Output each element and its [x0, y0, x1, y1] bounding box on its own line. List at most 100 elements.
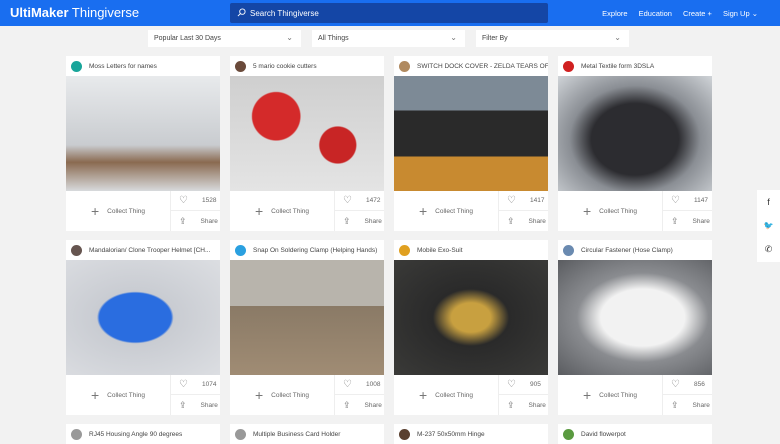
collect-thing-button[interactable]: + Collect Thing	[66, 191, 170, 231]
share-icon: ⇪	[179, 399, 187, 410]
like-button[interactable]: ♡ 1147	[663, 191, 712, 211]
collect-thing-button[interactable]: + Collect Thing	[558, 375, 662, 415]
twitter-icon[interactable]: 🐦	[764, 221, 774, 230]
share-icon: ⇪	[507, 215, 515, 226]
thing-image[interactable]	[66, 76, 220, 191]
collect-thing-button[interactable]: + Collect Thing	[66, 375, 170, 415]
collect-thing-button[interactable]: + Collect Thing	[394, 191, 498, 231]
thing-card[interactable]: Multiple Business Card Holder	[230, 424, 384, 444]
heart-icon: ♡	[671, 379, 680, 390]
thing-card[interactable]: SWITCH DOCK COVER - ZELDA TEARS OF T... …	[394, 56, 548, 231]
collect-thing-button[interactable]: + Collect Thing	[230, 191, 334, 231]
thing-image[interactable]	[230, 260, 384, 375]
plus-icon: +	[418, 203, 428, 219]
thing-card[interactable]: Mandalorian/ Clone Trooper Helmet [CH...…	[66, 240, 220, 415]
thing-title[interactable]: M-237 50x50mm Hinge	[417, 431, 485, 438]
share-button[interactable]: ⇪ Share	[335, 395, 384, 415]
nav-link-0[interactable]: Explore	[602, 9, 627, 18]
heart-icon: ♡	[507, 379, 516, 390]
share-icon: ⇪	[179, 215, 187, 226]
thing-card[interactable]: David flowerpot	[558, 424, 712, 444]
share-icon: ⇪	[671, 215, 679, 226]
thing-card[interactable]: M-237 50x50mm Hinge	[394, 424, 548, 444]
avatar[interactable]	[235, 60, 246, 72]
avatar[interactable]	[235, 244, 246, 256]
share-button[interactable]: ⇪ Share	[663, 211, 712, 231]
collect-thing-button[interactable]: + Collect Thing	[394, 375, 498, 415]
plus-icon: +	[254, 387, 264, 403]
facebook-icon[interactable]: f	[767, 197, 770, 207]
filter-dropdown-2[interactable]: Filter By ⌄	[476, 30, 629, 47]
share-icon: ⇪	[343, 399, 351, 410]
thing-image[interactable]	[66, 260, 220, 375]
thing-title[interactable]: Mobile Exo-Suit	[417, 247, 463, 254]
logo[interactable]: UltiMaker Thingiverse	[10, 5, 139, 20]
top-bar: UltiMaker Thingiverse Search Thingiverse…	[0, 0, 780, 26]
thing-card[interactable]: 5 mario cookie cutters + Collect Thing ♡ 1…	[230, 56, 384, 231]
nav-link-3[interactable]: Sign Up ⌄	[723, 9, 758, 18]
filter-dropdown-0[interactable]: Popular Last 30 Days ⌄	[148, 30, 301, 47]
share-button[interactable]: ⇪ Share	[499, 395, 548, 415]
share-icon: ⇪	[507, 399, 515, 410]
plus-icon: +	[582, 203, 592, 219]
thing-image[interactable]	[558, 76, 712, 191]
thing-title[interactable]: Mandalorian/ Clone Trooper Helmet [CH...	[89, 247, 210, 254]
plus-icon: +	[90, 387, 100, 403]
like-button[interactable]: ♡ 1528	[171, 191, 220, 211]
social-share-bar: f 🐦 ✆	[757, 190, 780, 262]
plus-icon: +	[254, 203, 264, 219]
thing-title[interactable]: Multiple Business Card Holder	[253, 431, 340, 438]
thing-title[interactable]: Snap On Soldering Clamp (Helping Hands)	[253, 247, 377, 254]
like-button[interactable]: ♡ 905	[499, 375, 548, 395]
filter-dropdown-1[interactable]: All Things ⌄	[312, 30, 465, 47]
thing-title[interactable]: Circular Fastener (Hose Clamp)	[581, 247, 673, 254]
share-button[interactable]: ⇪ Share	[663, 395, 712, 415]
thing-card[interactable]: Snap On Soldering Clamp (Helping Hands) …	[230, 240, 384, 415]
whatsapp-icon[interactable]: ✆	[765, 244, 773, 255]
collect-thing-button[interactable]: + Collect Thing	[558, 191, 662, 231]
thing-card[interactable]: Circular Fastener (Hose Clamp) + Collect …	[558, 240, 712, 415]
nav-link-1[interactable]: Education	[639, 9, 672, 18]
plus-icon: +	[90, 203, 100, 219]
thing-image[interactable]	[394, 260, 548, 375]
thing-card[interactable]: Mobile Exo-Suit + Collect Thing ♡ 905 ⇪ Sha…	[394, 240, 548, 415]
thing-card[interactable]: RJ45 Housing Angle 90 degrees	[66, 424, 220, 444]
thing-title[interactable]: 5 mario cookie cutters	[253, 63, 317, 70]
like-button[interactable]: ♡ 1008	[335, 375, 384, 395]
heart-icon: ♡	[671, 195, 680, 206]
heart-icon: ♡	[343, 195, 352, 206]
thing-card[interactable]: Moss Letters for names + Collect Thing ♡ 1…	[66, 56, 220, 231]
share-button[interactable]: ⇪ Share	[171, 211, 220, 231]
avatar[interactable]	[399, 244, 410, 256]
plus-icon: +	[582, 387, 592, 403]
share-button[interactable]: ⇪ Share	[335, 211, 384, 231]
avatar[interactable]	[563, 60, 574, 72]
share-button[interactable]: ⇪ Share	[171, 395, 220, 415]
like-button[interactable]: ♡ 1074	[171, 375, 220, 395]
thing-title[interactable]: RJ45 Housing Angle 90 degrees	[89, 431, 182, 438]
search-input[interactable]: Search Thingiverse	[230, 3, 548, 23]
nav-link-2[interactable]: Create +	[683, 9, 712, 18]
avatar[interactable]	[563, 244, 574, 256]
heart-icon: ♡	[179, 195, 188, 206]
thing-image[interactable]	[558, 260, 712, 375]
thing-image[interactable]	[394, 76, 548, 191]
thing-title[interactable]: David flowerpot	[581, 431, 626, 438]
thing-title[interactable]: SWITCH DOCK COVER - ZELDA TEARS OF T...	[417, 63, 548, 70]
heart-icon: ♡	[179, 379, 188, 390]
plus-icon: +	[418, 387, 428, 403]
like-button[interactable]: ♡ 1472	[335, 191, 384, 211]
avatar[interactable]	[71, 244, 82, 256]
collect-thing-button[interactable]: + Collect Thing	[230, 375, 334, 415]
like-button[interactable]: ♡ 856	[663, 375, 712, 395]
share-icon: ⇪	[343, 215, 351, 226]
thing-title[interactable]: Metal Textile form 3DSLA	[581, 63, 654, 70]
chevron-down-icon: ⌄	[614, 33, 621, 42]
avatar[interactable]	[399, 60, 410, 72]
like-button[interactable]: ♡ 1417	[499, 191, 548, 211]
share-button[interactable]: ⇪ Share	[499, 211, 548, 231]
avatar[interactable]	[71, 60, 82, 72]
thing-image[interactable]	[230, 76, 384, 191]
thing-title[interactable]: Moss Letters for names	[89, 63, 157, 70]
thing-card[interactable]: Metal Textile form 3DSLA + Collect Thing …	[558, 56, 712, 231]
